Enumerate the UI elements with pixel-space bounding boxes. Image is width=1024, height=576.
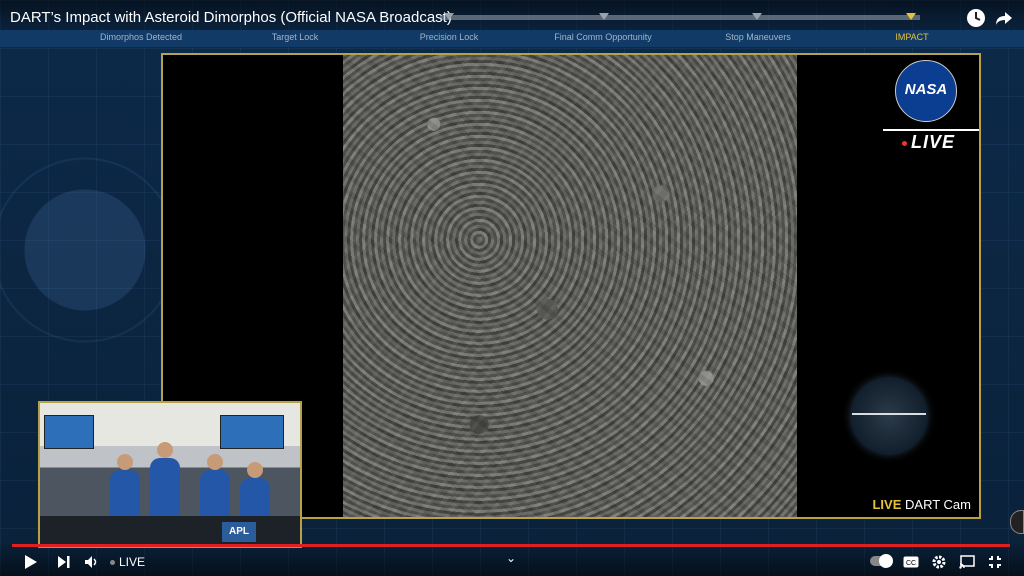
inset-person-head <box>157 442 173 458</box>
autoplay-toggle[interactable] <box>870 554 893 568</box>
settings-button[interactable] <box>930 553 948 571</box>
share-arrow-icon[interactable] <box>994 8 1014 28</box>
timeline-marker <box>752 13 762 20</box>
cam-label: LIVE DART Cam <box>872 497 971 512</box>
surface-texture <box>343 55 797 517</box>
live-badge-text: LIVE <box>910 132 955 152</box>
settings-icon <box>932 555 946 569</box>
video-title[interactable]: DART’s Impact with Asteroid Dimorphos (O… <box>10 9 452 26</box>
cam-label-name: DART Cam <box>905 497 971 512</box>
title-bar: DART’s Impact with Asteroid Dimorphos (O… <box>0 0 1024 34</box>
radar-line <box>852 413 926 415</box>
mission-control-inset: APL <box>38 401 302 548</box>
stage-target-lock: Target Lock <box>271 32 319 42</box>
cast-button[interactable] <box>958 553 976 571</box>
cast-icon <box>959 555 975 569</box>
timeline-marker-impact <box>906 13 916 20</box>
mission-stages-bar: Dimorphos Detected Target Lock Precision… <box>0 30 1024 47</box>
camera-radar-indicator <box>850 377 928 455</box>
live-badge: LIVE <box>901 132 955 153</box>
inset-monitor <box>220 415 284 449</box>
stage-precision-lock: Precision Lock <box>419 32 479 42</box>
stage-stop-maneuvers: Stop Maneuvers <box>725 32 791 42</box>
live-dot-icon <box>901 140 907 146</box>
next-icon <box>58 556 70 568</box>
live-status-dot-icon <box>110 560 115 566</box>
clock-icon[interactable] <box>966 8 986 28</box>
exit-fullscreen-icon <box>989 556 1001 568</box>
chevron-down-icon[interactable]: ⌄ <box>506 551 516 565</box>
autoplay-toggle-knob <box>879 554 893 568</box>
svg-text:CC: CC <box>906 560 916 567</box>
inset-person-head <box>207 454 223 470</box>
inset-person-head <box>247 462 263 478</box>
live-indicator[interactable]: LIVE <box>110 555 145 569</box>
exit-fullscreen-button[interactable] <box>986 553 1004 571</box>
stage-final-comm: Final Comm Opportunity <box>554 32 652 42</box>
timeline-marker <box>599 13 609 20</box>
nasa-logo-text: NASA <box>904 81 948 98</box>
stage-impact: IMPACT <box>895 32 929 42</box>
progress-bar[interactable] <box>12 544 1010 547</box>
inset-monitor <box>44 415 94 449</box>
cc-button[interactable]: CC <box>902 553 920 571</box>
play-button[interactable] <box>22 553 40 571</box>
side-expand-handle[interactable] <box>1010 510 1024 534</box>
play-icon <box>25 555 37 569</box>
timeline-track <box>440 15 920 20</box>
asteroid-surface-image <box>343 55 797 517</box>
cc-icon: CC <box>903 556 919 568</box>
next-button[interactable] <box>55 553 73 571</box>
volume-icon <box>85 556 97 568</box>
nasa-logo: NASA <box>895 60 957 122</box>
inset-person-head <box>117 454 133 470</box>
live-divider <box>883 129 979 131</box>
timeline-marker <box>444 13 454 20</box>
stage-dimorphos-detected: Dimorphos Detected <box>99 32 183 42</box>
cam-label-live: LIVE <box>872 497 902 512</box>
live-indicator-label: LIVE <box>119 555 146 569</box>
apl-logo: APL <box>222 522 256 542</box>
volume-button[interactable] <box>83 553 101 571</box>
